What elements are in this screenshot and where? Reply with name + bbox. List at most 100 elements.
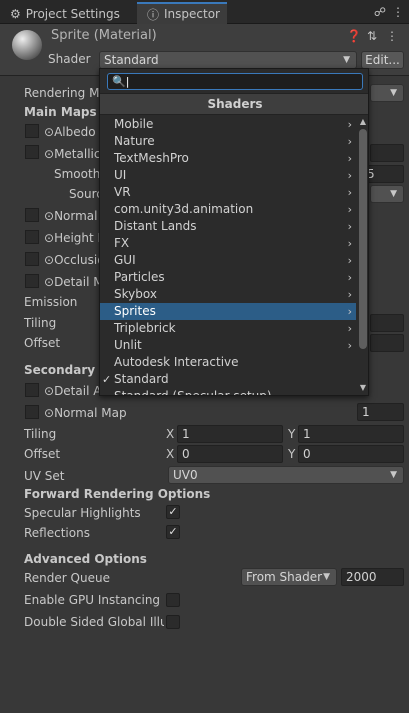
shader-menu-item[interactable]: Mobile › — [100, 116, 356, 133]
shaders-heading: Shaders — [100, 93, 368, 115]
shader-menu-item[interactable]: Triplebrick › — [100, 320, 356, 337]
shader-menu-item[interactable]: Standard (Specular setup) — [100, 388, 356, 395]
shader-menu-item[interactable]: GUI › — [100, 252, 356, 269]
render-queue-label: Render Queue — [24, 571, 110, 585]
offset2-y-label: Y — [288, 447, 296, 461]
shader-menu-item[interactable]: com.unity3d.animation › — [100, 201, 356, 218]
shader-menu-item-label: TextMeshPro — [114, 151, 189, 165]
advanced-options-heading: Advanced Options — [24, 552, 147, 566]
shader-menu-item[interactable]: TextMeshPro › — [100, 150, 356, 167]
uv-set-label: UV Set — [24, 469, 65, 483]
detail-albedo-texture-slot[interactable] — [25, 383, 39, 397]
source-label: Sourc — [69, 187, 103, 201]
rendering-mode-dropdown[interactable]: ▼ — [370, 84, 404, 102]
emission-label: Emission — [24, 295, 78, 309]
shader-dropdown[interactable]: Standard ▼ — [99, 51, 357, 69]
secondary-normal-scale-field[interactable]: 1 — [357, 403, 404, 421]
chevron-right-icon: › — [347, 288, 352, 301]
lock-icon[interactable]: ☍ — [372, 4, 388, 20]
tiling2-x-label: X — [166, 427, 175, 441]
reflections-label: Reflections — [24, 526, 90, 540]
double-sided-gi-label: Double Sided Global Illum — [24, 615, 164, 629]
tiling-field[interactable] — [370, 314, 404, 332]
tiling2-y-label: Y — [288, 427, 296, 441]
detail-mask-label: ⊙Detail M — [44, 275, 104, 289]
chevron-down-icon: ▼ — [390, 189, 397, 199]
help-icon[interactable]: ❓ — [346, 28, 362, 44]
chevron-right-icon: › — [347, 203, 352, 216]
offset-field[interactable] — [370, 334, 404, 352]
shader-dropdown-value: Standard — [104, 53, 159, 67]
more-icon[interactable]: ⋮ — [384, 28, 400, 44]
checkmark-icon: ✓ — [102, 373, 112, 386]
scroll-up-icon[interactable]: ▲ — [356, 117, 368, 129]
gear-icon: ⚙ — [10, 6, 21, 21]
shader-menu-item[interactable]: Particles › — [100, 269, 356, 286]
metallic-texture-slot[interactable] — [25, 145, 39, 159]
shader-menu-item[interactable]: FX › — [100, 235, 356, 252]
shader-menu-item[interactable]: VR › — [100, 184, 356, 201]
shader-menu-item-label: Particles — [114, 270, 165, 284]
shader-menu-item[interactable]: UI › — [100, 167, 356, 184]
chevron-down-icon: ▼ — [343, 55, 350, 65]
kebab-menu-icon[interactable]: ⋮ — [390, 4, 406, 20]
scroll-down-icon[interactable]: ▼ — [356, 383, 368, 395]
chevron-right-icon: › — [347, 271, 352, 284]
shader-menu-item-label: UI — [114, 168, 127, 182]
shader-menu-item-label: Sprites — [114, 304, 156, 318]
albedo-texture-slot[interactable] — [25, 124, 39, 138]
chevron-right-icon: › — [347, 186, 352, 199]
shader-menu-item[interactable]: Nature › — [100, 133, 356, 150]
tab-project-settings[interactable]: ⚙ Project Settings — [0, 3, 136, 24]
secondary-normal-texture-slot[interactable] — [25, 405, 39, 419]
shader-menu-item[interactable]: Unlit › — [100, 337, 356, 354]
shader-menu-item[interactable]: Distant Lands › — [100, 218, 356, 235]
edit-shader-button[interactable]: Edit... — [361, 51, 404, 69]
shader-menu-item-label: Autodesk Interactive — [114, 355, 239, 369]
shader-menu-item[interactable]: Autodesk Interactive — [100, 354, 356, 371]
shader-menu-item[interactable]: Skybox › — [100, 286, 356, 303]
chevron-right-icon: › — [347, 135, 352, 148]
material-title: Sprite (Material) — [51, 28, 157, 43]
height-map-texture-slot[interactable] — [25, 230, 39, 244]
offset2-x-field[interactable]: 0 — [177, 445, 283, 463]
shader-menu-item-label: Unlit — [114, 338, 142, 352]
detail-mask-texture-slot[interactable] — [25, 274, 39, 288]
offset2-y-field[interactable]: 0 — [298, 445, 404, 463]
tab-inspector[interactable]: ⓘ Inspector — [137, 2, 227, 24]
tiling2-x-field[interactable]: 1 — [177, 425, 283, 443]
shader-menu-item-label: Standard — [114, 372, 169, 386]
double-sided-gi-checkbox[interactable] — [166, 615, 180, 629]
detail-albedo-label: ⊙Detail A — [44, 384, 102, 398]
preset-icon[interactable]: ⇅ — [364, 28, 380, 44]
normal-map-texture-slot[interactable] — [25, 208, 39, 222]
shader-menu-item[interactable]: ✓ Standard — [100, 371, 356, 388]
shader-menu-list: Mobile › Nature › TextMeshPro › UI › VR › com.unit… — [100, 116, 356, 395]
tiling2-y-field[interactable]: 1 — [298, 425, 404, 443]
shader-label: Shader — [48, 52, 91, 66]
forward-rendering-heading: Forward Rendering Options — [24, 487, 211, 501]
tab-project-settings-label: Project Settings — [25, 6, 120, 21]
chevron-right-icon: › — [347, 339, 352, 352]
uv-set-dropdown[interactable]: UV0 ▼ — [168, 466, 404, 484]
shader-menu-item[interactable]: Sprites › — [100, 303, 356, 320]
shader-menu-item-label: Distant Lands — [114, 219, 197, 233]
specular-highlights-checkbox[interactable]: ✓ — [166, 505, 180, 519]
main-maps-heading: Main Maps — [24, 105, 97, 119]
chevron-right-icon: › — [347, 118, 352, 131]
tiling2-label: Tiling — [24, 427, 57, 441]
source-dropdown[interactable]: ▼ — [370, 185, 404, 203]
shader-search-input[interactable]: 🔍| — [107, 73, 363, 90]
popup-scrollbar-thumb[interactable] — [359, 129, 367, 349]
chevron-right-icon: › — [347, 254, 352, 267]
metallic-field[interactable] — [370, 144, 404, 162]
gpu-instancing-checkbox[interactable] — [166, 593, 180, 607]
reflections-checkbox[interactable]: ✓ — [166, 525, 180, 539]
render-queue-field[interactable]: 2000 — [341, 568, 404, 586]
offset-label: Offset — [24, 336, 61, 350]
shader-selection-popup: 🔍| Shaders Mobile › Nature › TextMeshPro › UI ›… — [99, 68, 369, 396]
render-queue-mode-dropdown[interactable]: From Shader ▼ — [241, 568, 337, 586]
shader-menu-item-label: com.unity3d.animation — [114, 202, 254, 216]
occlusion-texture-slot[interactable] — [25, 252, 39, 266]
shader-menu-item-label: Skybox — [114, 287, 157, 301]
